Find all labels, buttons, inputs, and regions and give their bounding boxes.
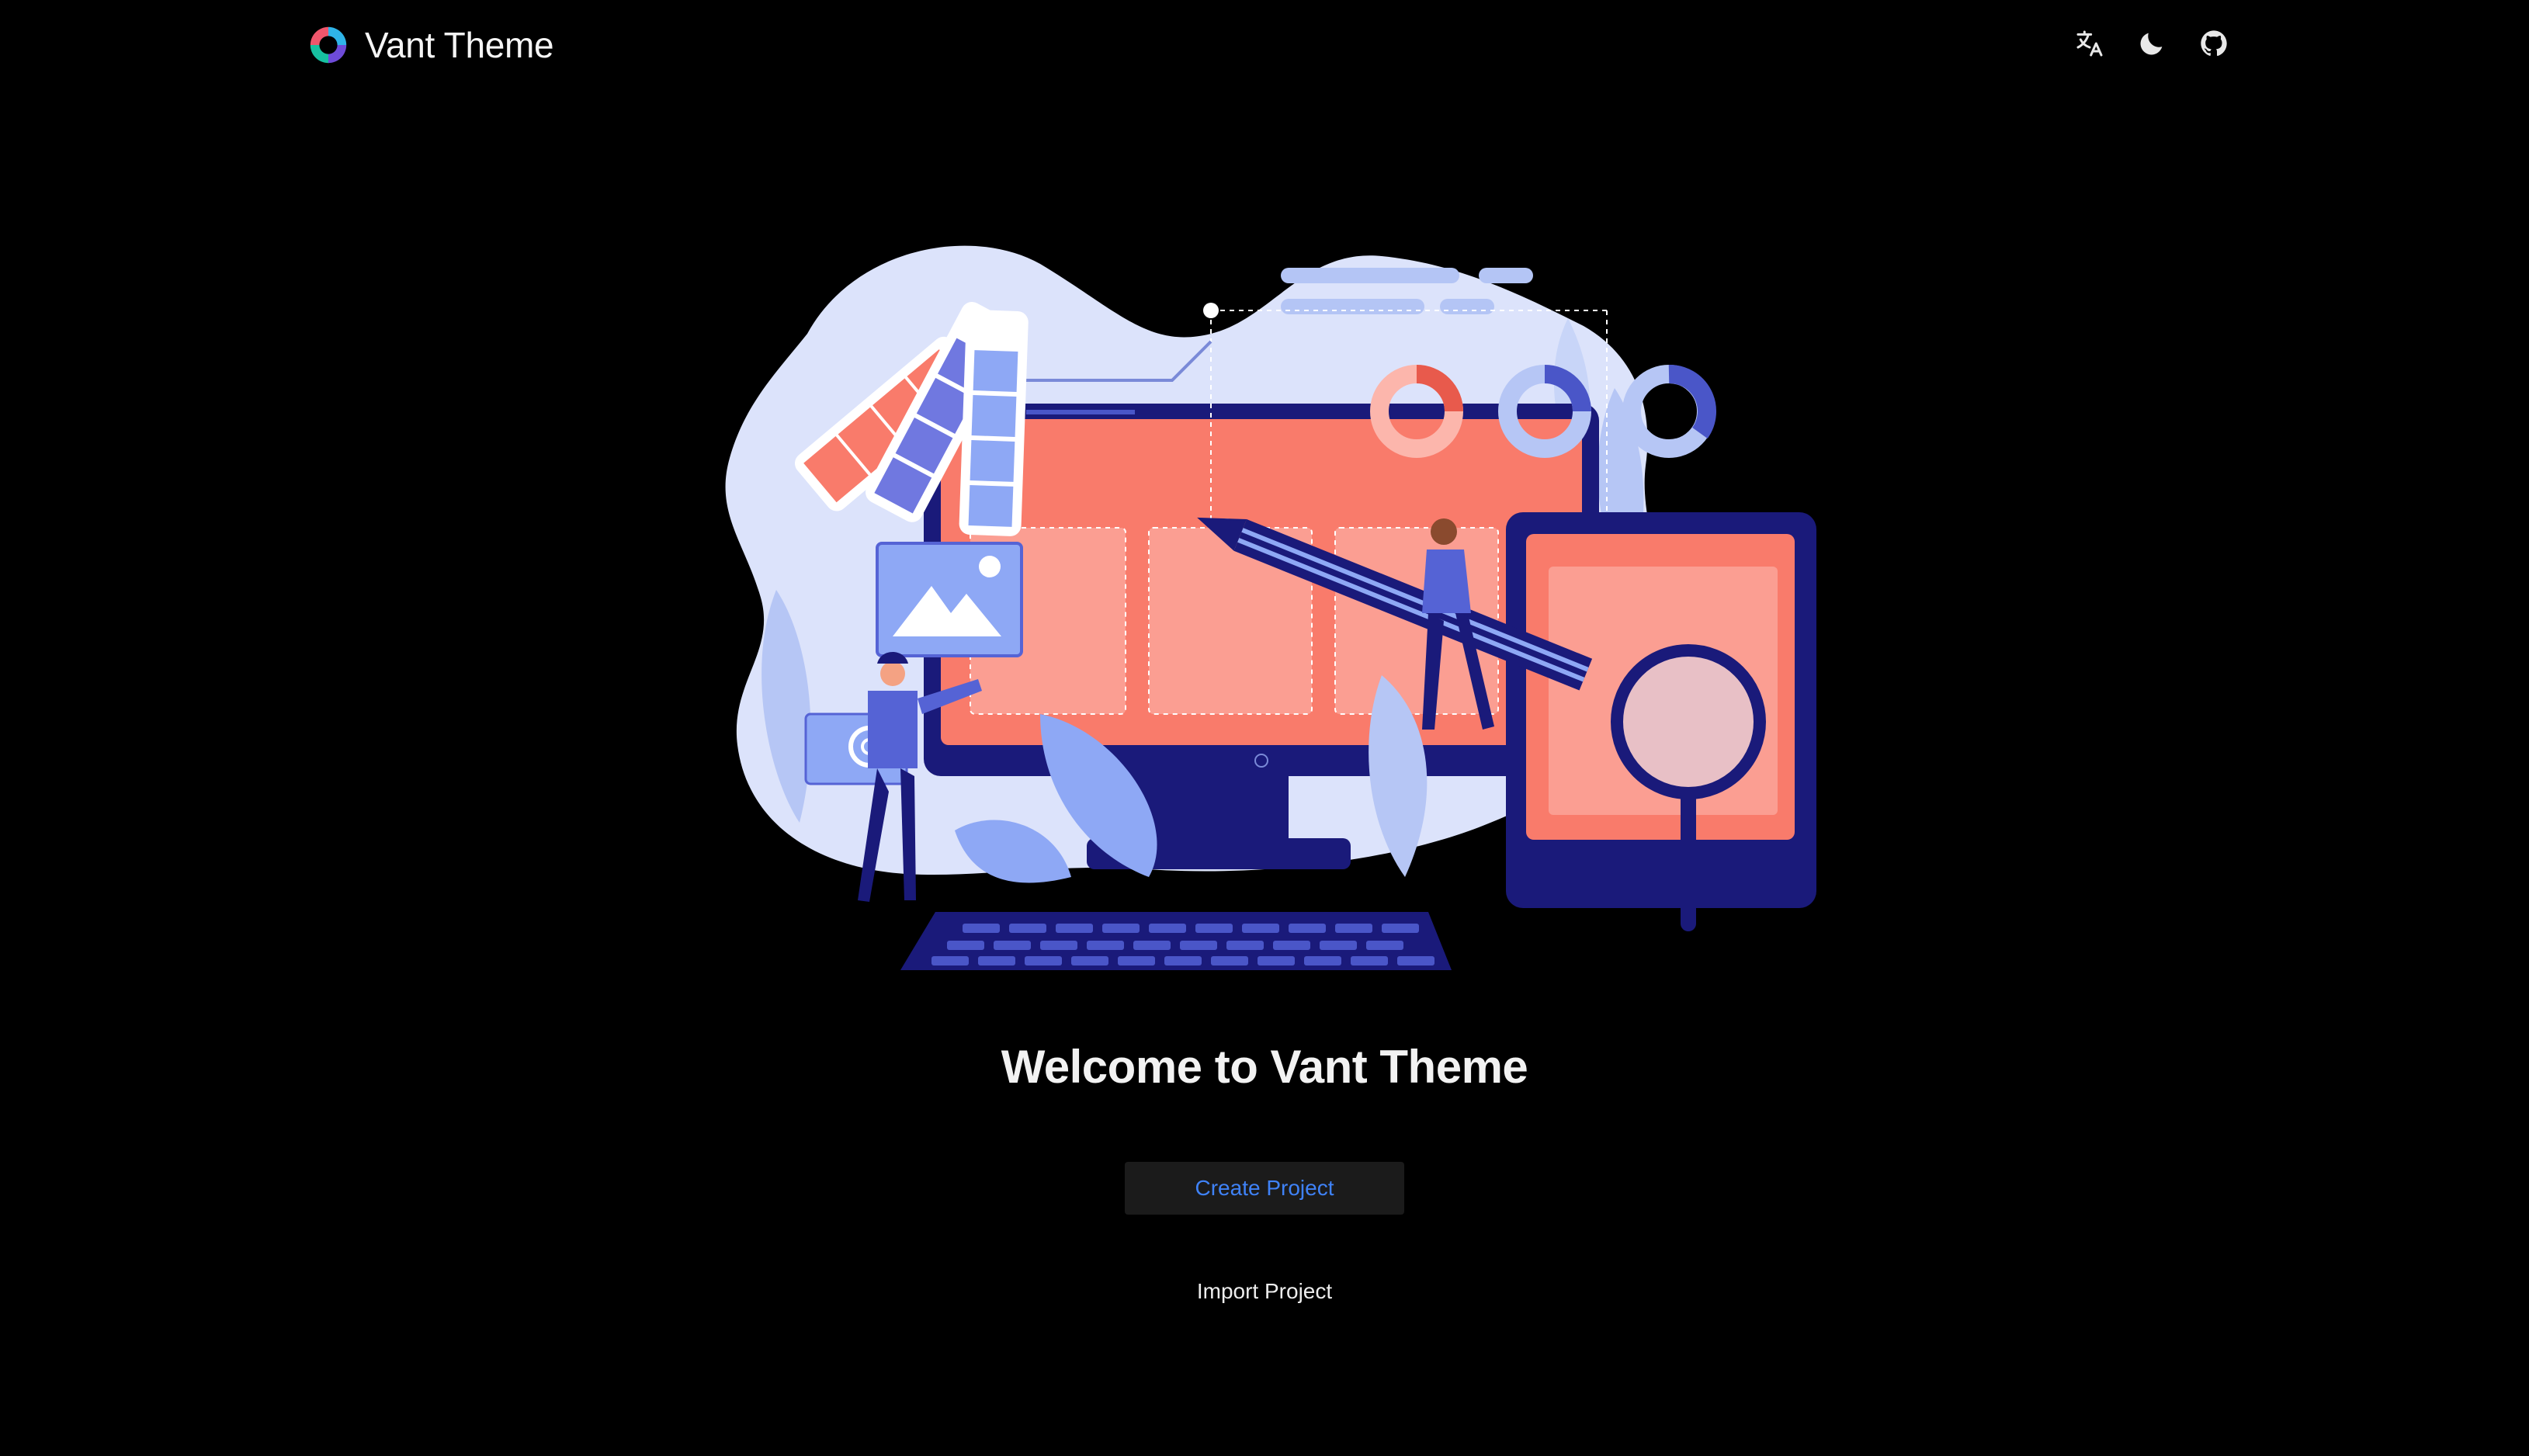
top-header: Vant Theme	[0, 0, 2529, 93]
brand-title: Vant Theme	[365, 25, 554, 65]
github-button[interactable]	[2197, 26, 2231, 61]
import-project-link[interactable]: Import Project	[0, 1279, 2529, 1304]
create-project-button[interactable]: Create Project	[1125, 1162, 1404, 1215]
hero-illustration	[725, 245, 1816, 970]
header-actions	[2073, 26, 2231, 61]
translate-icon	[2076, 30, 2103, 57]
github-icon	[2201, 30, 2227, 57]
welcome-page: Vant Theme Welcome to Vant Theme Create …	[0, 0, 2529, 1456]
vant-logo-icon	[310, 26, 347, 64]
dark-mode-moon-icon	[2140, 33, 2163, 55]
welcome-title: Welcome to Vant Theme	[1001, 1041, 1528, 1093]
brand-link[interactable]: Vant Theme	[306, 22, 554, 68]
translate-button[interactable]	[2073, 26, 2107, 61]
dark-mode-toggle[interactable]	[2135, 26, 2169, 61]
